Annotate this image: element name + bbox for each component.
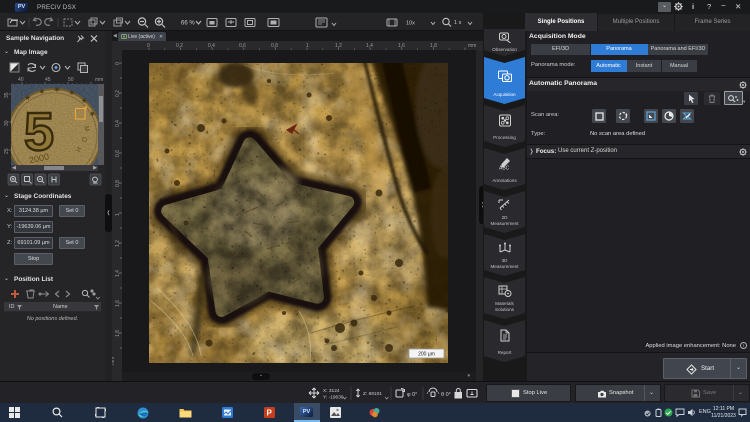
svg-text:0,2: 0,2 [176,43,183,49]
svg-text:0,2: 0,2 [115,90,121,97]
svg-text:1: 1 [306,43,309,49]
svg-text:Z: 69101: Z: 69101 [363,391,382,397]
svg-text:0,8: 0,8 [115,180,121,187]
svg-text:0,6: 0,6 [115,150,121,157]
svg-text:50: 50 [68,77,74,83]
svg-text:0,4: 0,4 [115,120,121,127]
svg-text:200 µm: 200 µm [418,352,435,358]
svg-text:X: 3124: X: 3124 [323,388,340,394]
svg-text:mm: mm [95,77,103,83]
svg-text:mm: mm [112,357,116,365]
svg-text:1 x: 1 x [454,20,462,26]
svg-text:0: 0 [115,62,121,65]
svg-text:✶: ✶ [69,89,75,97]
svg-text:mm: mm [468,43,476,49]
svg-text:Y: -19639: Y: -19639 [323,395,344,401]
svg-text:0,4: 0,4 [208,43,215,49]
svg-text:О: О [80,137,87,143]
svg-text:1,4: 1,4 [115,270,121,277]
svg-text:1,8: 1,8 [115,330,121,337]
svg-text:25: 25 [4,148,10,154]
svg-text:✶: ✶ [39,88,45,96]
svg-text:0,8: 0,8 [271,43,278,49]
svg-text:45: 45 [45,77,51,83]
svg-text:0,6: 0,6 [239,43,246,49]
svg-text:40: 40 [18,77,24,83]
svg-text:1: 1 [115,213,121,216]
svg-text:66 %: 66 % [181,21,195,27]
svg-text:φ 0°: φ 0° [407,392,417,398]
svg-text:0: 0 [147,43,150,49]
svg-text:✶: ✶ [54,86,60,94]
svg-text:1,6: 1,6 [115,300,121,307]
svg-text:ABC: ABC [499,166,510,171]
svg-text:30: 30 [4,120,10,126]
svg-text:10x: 10x [406,21,415,27]
svg-text:θ 0°: θ 0° [441,392,451,398]
svg-text:1,2: 1,2 [115,240,121,247]
svg-text:1,4: 1,4 [366,43,373,49]
svg-text:35: 35 [4,92,10,98]
svg-text:P: P [267,409,273,418]
